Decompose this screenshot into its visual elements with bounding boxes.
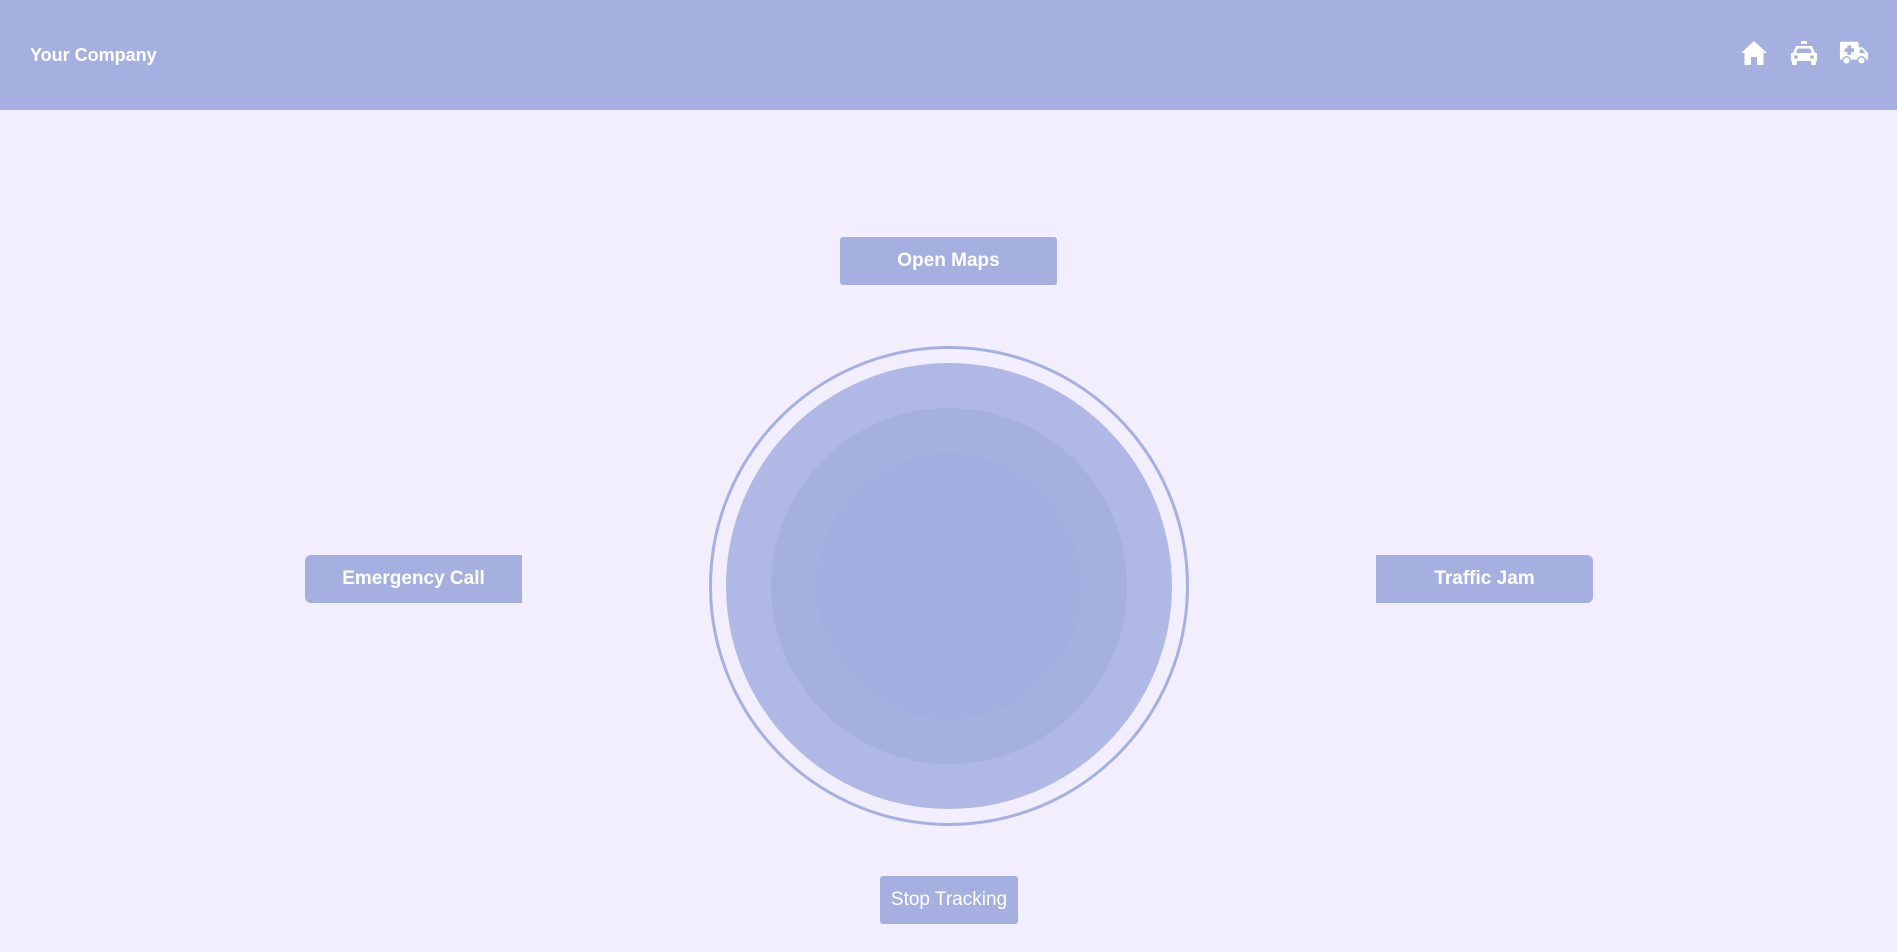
- stop-tracking-button[interactable]: Stop Tracking: [880, 876, 1018, 924]
- ambulance-icon[interactable]: [1839, 38, 1869, 68]
- traffic-jam-button[interactable]: Traffic Jam: [1376, 555, 1593, 603]
- dial-circle-inner: [816, 453, 1082, 719]
- emergency-call-button[interactable]: Emergency Call: [305, 555, 522, 603]
- top-header: Your Company: [0, 0, 1897, 110]
- brand-name[interactable]: Your Company: [30, 44, 157, 66]
- open-maps-button[interactable]: Open Maps: [840, 237, 1057, 285]
- home-icon[interactable]: [1739, 38, 1769, 68]
- header-nav: [1739, 38, 1869, 68]
- car-icon[interactable]: [1789, 38, 1819, 68]
- tracking-dial[interactable]: [709, 346, 1189, 826]
